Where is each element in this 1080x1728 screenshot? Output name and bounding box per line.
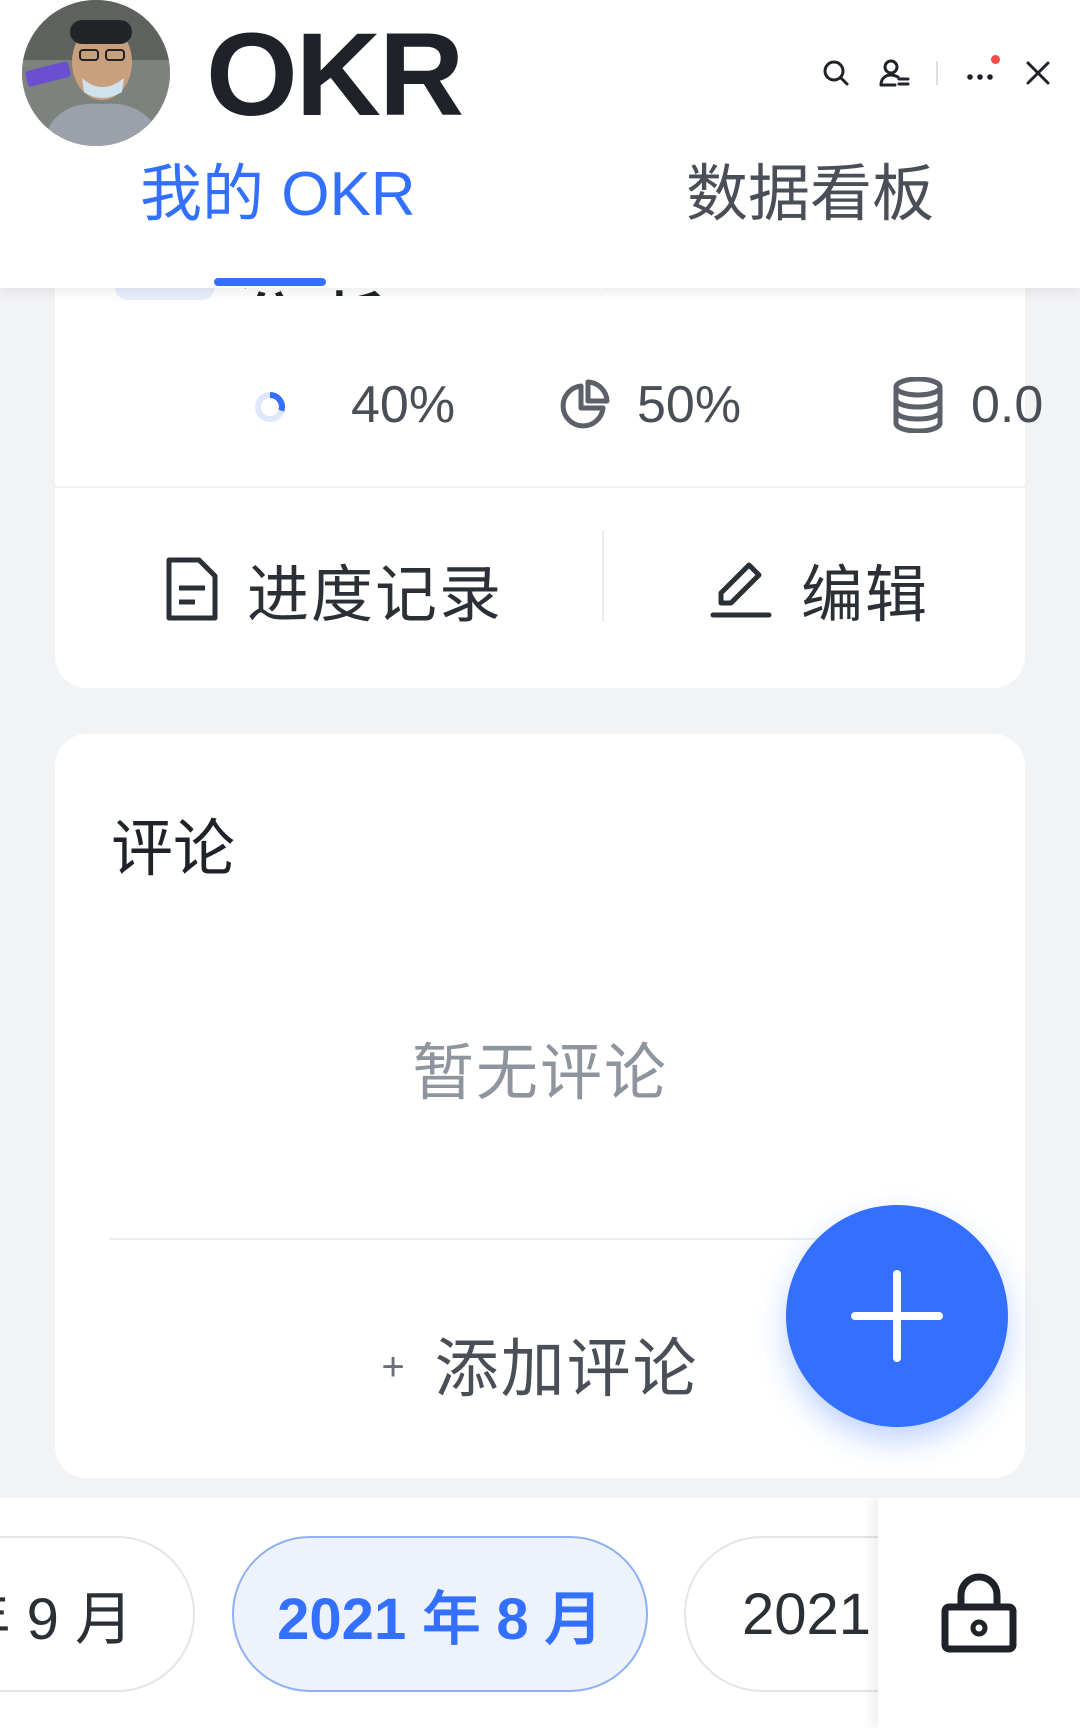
action-separator (602, 530, 604, 622)
edit-label: 编辑 (801, 561, 930, 630)
objective-actions: 进度记录 编辑 (55, 490, 1025, 688)
database-icon (893, 377, 943, 433)
comments-empty-text: 暂无评论 (411, 1039, 668, 1108)
avatar-image (22, 0, 170, 146)
progress-ring-icon (255, 392, 285, 422)
add-user-icon (879, 59, 910, 87)
lock-icon (941, 1573, 1017, 1653)
avatar[interactable] (22, 0, 170, 146)
progress-stat: 40% (253, 370, 455, 440)
month-pill-next[interactable]: 2021 (684, 1536, 878, 1692)
objective-stats: 40% 50% 0.0 (55, 370, 1043, 440)
weight-value: 0.0 (971, 376, 1044, 434)
header-separator (936, 61, 938, 85)
progress-record-button[interactable]: 进度记录 (165, 490, 503, 688)
month-selector: 年 9 月 2021 年 8 月 2021 (0, 1498, 1080, 1728)
close-button[interactable] (1014, 49, 1062, 97)
main-tabs: 我的 OKR 数据看板 (0, 150, 1080, 288)
create-fab-button[interactable] (786, 1205, 1008, 1427)
month-track[interactable]: 年 9 月 2021 年 8 月 2021 (0, 1498, 878, 1728)
comments-title: 评论 (111, 815, 236, 884)
document-icon (166, 557, 218, 621)
app-title: OKR (206, 9, 464, 141)
search-button[interactable] (812, 49, 860, 97)
close-icon (1026, 61, 1050, 85)
plus-icon: + (381, 1344, 407, 1389)
add-comment-label: 添加评论 (434, 1333, 699, 1405)
progress-value: 40% (351, 376, 456, 434)
lock-button[interactable] (878, 1498, 1080, 1728)
header-actions (812, 48, 1062, 98)
plus-icon (851, 1270, 943, 1362)
notification-dot (991, 55, 1000, 64)
tab-my-okr[interactable]: 我的 OKR (140, 150, 416, 270)
divider (55, 486, 1025, 488)
score-stat: 50% (557, 370, 741, 440)
app-header: OKR 我的 OKR 数据看板 (0, 0, 1080, 288)
progress-record-label: 进度记录 (247, 561, 504, 630)
month-pill-prev[interactable]: 年 9 月 (0, 1536, 195, 1692)
edit-button[interactable]: 编辑 (709, 490, 929, 688)
add-member-button[interactable] (870, 49, 918, 97)
pencil-icon (710, 562, 772, 618)
tab-dashboard[interactable]: 数据看板 (686, 150, 934, 270)
score-value: 50% (637, 376, 742, 434)
search-icon (823, 60, 849, 86)
more-button[interactable] (956, 49, 1004, 97)
active-tab-indicator (214, 278, 326, 286)
weight-stat: 0.0 (891, 370, 1043, 440)
month-pill-current[interactable]: 2021 年 8 月 (232, 1536, 648, 1692)
pie-chart-icon (560, 379, 610, 429)
